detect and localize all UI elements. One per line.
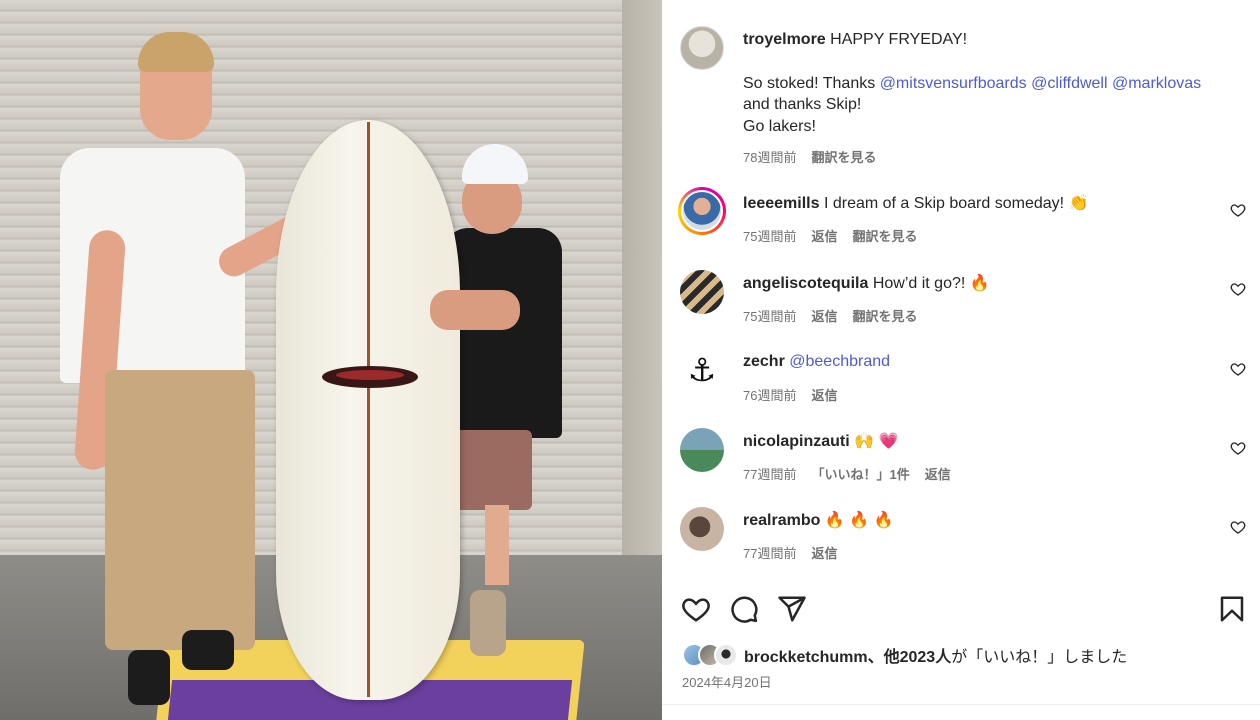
man-right-shirt — [444, 228, 562, 438]
wall — [622, 0, 662, 560]
reply-button[interactable]: 返信 — [811, 385, 837, 404]
comment-text: zechr @beechbrand — [743, 351, 1220, 373]
reply-button[interactable]: 返信 — [811, 306, 837, 325]
heart-icon[interactable] — [681, 594, 711, 624]
like-comment-heart-icon[interactable] — [1230, 519, 1246, 535]
commenter-avatar[interactable] — [680, 428, 724, 472]
post-image[interactable] — [0, 0, 662, 720]
man-left-hair — [138, 32, 214, 72]
commenter-avatar[interactable] — [680, 270, 724, 314]
reply-button[interactable]: 返信 — [811, 226, 837, 245]
caption-line-4: Go lakers! — [743, 117, 816, 135]
comment-text: realrambo 🔥 🔥 🔥 — [743, 510, 1220, 532]
mention-beechbrand[interactable]: @beechbrand — [789, 353, 890, 370]
mention-cliffdwell[interactable]: @cliffdwell — [1031, 75, 1107, 92]
man-right-cap — [462, 144, 528, 184]
surfboard-logo-inner — [336, 370, 404, 380]
liker-avatar[interactable] — [714, 643, 738, 667]
reply-button[interactable]: 返信 — [925, 464, 951, 483]
comment-time[interactable]: 76週間前 — [743, 385, 796, 404]
comment-body: How’d it go?! 🔥 — [872, 275, 990, 292]
like-comment-heart-icon[interactable] — [1230, 202, 1246, 218]
man-left-shoe-2 — [182, 630, 234, 670]
comment-time[interactable]: 75週間前 — [743, 226, 796, 245]
comment-icon[interactable] — [729, 594, 759, 624]
comment-username[interactable]: angeliscotequila — [743, 275, 868, 292]
caption-time[interactable]: 78週間前 — [743, 147, 796, 166]
caption-line-2: So stoked! Thanks — [743, 74, 876, 92]
man-right-arm — [430, 290, 520, 330]
translate-button[interactable]: 翻訳を見る — [852, 306, 917, 325]
comment-meta: 75週間前 返信 翻訳を見る — [743, 306, 933, 325]
comment-meta: 76週間前 返信 — [743, 385, 852, 404]
send-icon[interactable] — [777, 594, 807, 624]
like-comment-heart-icon[interactable] — [1230, 281, 1246, 297]
reply-button[interactable]: 返信 — [811, 543, 837, 562]
caption-meta: 78週間前 翻訳を見る — [743, 147, 891, 166]
commenter-avatar[interactable]: ⚓ — [680, 348, 724, 392]
comment-body: 🙌 💗 — [854, 433, 899, 450]
comment-username[interactable]: zechr — [743, 353, 785, 370]
anchor-icon: ⚓ — [687, 352, 717, 388]
comment-text: leeeemills I dream of a Skip board somed… — [743, 193, 1220, 215]
like-comment-heart-icon[interactable] — [1230, 361, 1246, 377]
man-right-shoe — [470, 590, 506, 656]
man-left-shoe — [128, 650, 170, 705]
likes-suffix: が「いいね！」しました — [951, 649, 1128, 666]
comment-likes[interactable]: 「いいね！」1件 — [811, 464, 909, 483]
comment-body: I dream of a Skip board someday! 👏 — [823, 195, 1089, 212]
comment-time[interactable]: 77週間前 — [743, 543, 796, 562]
commenter-avatar[interactable] — [680, 507, 724, 551]
mention-mitsvensurfboards[interactable]: @mitsvensurfboards — [880, 75, 1027, 92]
like-comment-heart-icon[interactable] — [1230, 440, 1246, 456]
comment-username[interactable]: realrambo — [743, 512, 820, 529]
comment-time[interactable]: 77週間前 — [743, 464, 796, 483]
comments-panel: troyelmore HAPPY FRYEDAY! So stoked! Tha… — [662, 0, 1260, 720]
comment-time[interactable]: 75週間前 — [743, 306, 796, 325]
commenter-avatar[interactable] — [681, 190, 723, 232]
caption-line-3: and thanks Skip! — [743, 96, 862, 113]
caption-line-1: HAPPY FRYEDAY! — [830, 31, 968, 48]
man-right-leg — [485, 505, 509, 585]
mention-marklovas[interactable]: @marklovas — [1112, 75, 1201, 92]
comment-meta: 77週間前 「いいね！」1件 返信 — [743, 464, 966, 483]
man-right-shorts — [452, 430, 532, 510]
comment-body: 🔥 🔥 🔥 — [824, 512, 894, 529]
divider — [662, 704, 1260, 705]
liker-username[interactable]: brockketchumm — [744, 649, 868, 666]
bookmark-icon[interactable] — [1217, 594, 1247, 624]
author-avatar[interactable] — [680, 26, 724, 70]
likes-summary: brockketchumm、他2023人が「いいね！」しました — [682, 642, 1127, 668]
post-date[interactable]: 2024年4月20日 — [682, 672, 772, 691]
comment-meta: 77週間前 返信 — [743, 543, 852, 562]
comment-username[interactable]: leeeemills — [743, 195, 820, 212]
man-left-pants — [105, 370, 255, 650]
translate-button[interactable]: 翻訳を見る — [811, 147, 876, 166]
comment-text: nicolapinzauti 🙌 💗 — [743, 431, 1220, 453]
caption-username[interactable]: troyelmore — [743, 31, 826, 48]
surfboard-stringer — [367, 122, 370, 697]
likes-others[interactable]: 、他2023人 — [868, 649, 952, 666]
caption-text: troyelmore HAPPY FRYEDAY! So stoked! Tha… — [743, 29, 1220, 137]
comment-username[interactable]: nicolapinzauti — [743, 433, 850, 450]
comment-text: angeliscotequila How’d it go?! 🔥 — [743, 273, 1220, 295]
translate-button[interactable]: 翻訳を見る — [852, 226, 917, 245]
post-actions — [662, 590, 1260, 630]
likes-text: brockketchumm、他2023人が「いいね！」しました — [744, 643, 1127, 667]
comment-meta: 75週間前 返信 翻訳を見る — [743, 226, 933, 245]
